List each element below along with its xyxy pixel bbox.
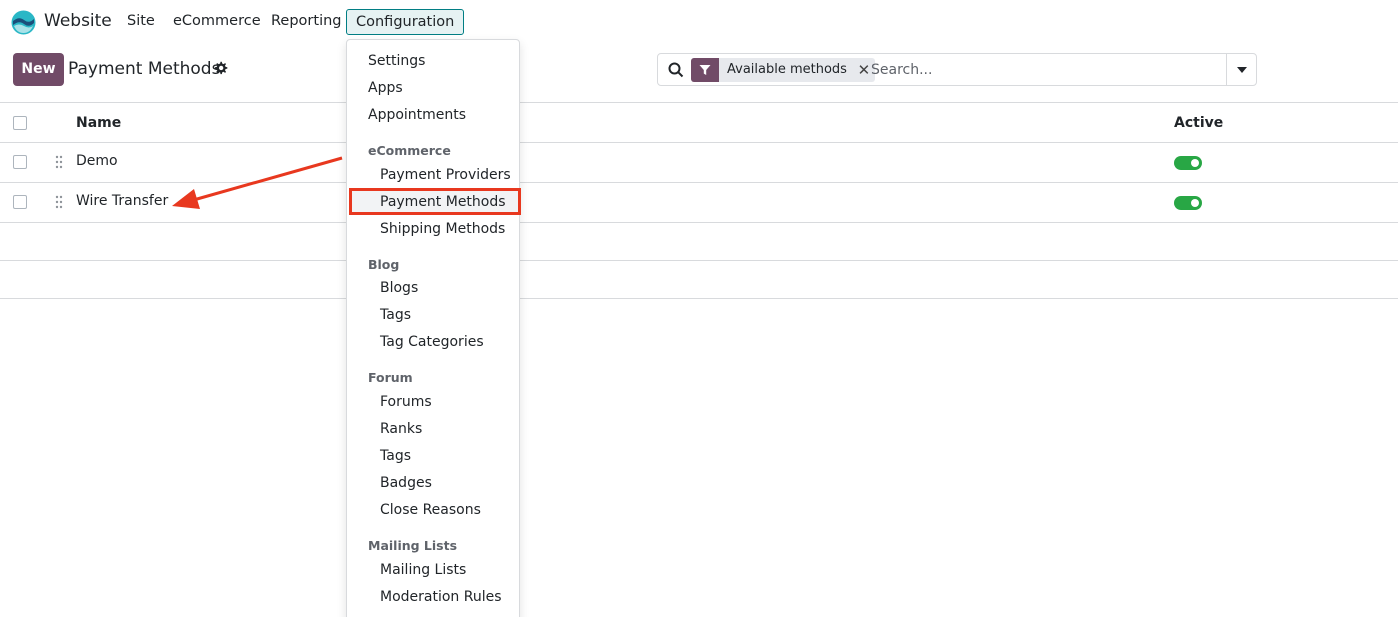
menu-item-appointments[interactable]: Appointments — [368, 107, 466, 123]
row-name[interactable]: Wire Transfer — [76, 193, 168, 209]
menu-section-blog: Blog — [368, 257, 400, 272]
menu-item-forums[interactable]: Forums — [380, 394, 432, 410]
menu-item-mailing-lists[interactable]: Mailing Lists — [380, 562, 466, 578]
menu-item-tags[interactable]: Tags — [380, 307, 411, 323]
search-icon[interactable] — [668, 62, 684, 78]
configuration-dropdown: Settings Apps Appointments eCommerce Pay… — [346, 39, 521, 617]
menu-item-settings[interactable]: Settings — [368, 53, 425, 69]
menu-item-badges[interactable]: Badges — [380, 475, 432, 491]
search-input[interactable] — [871, 60, 1221, 80]
menu-item-close-reasons[interactable]: Close Reasons — [380, 502, 481, 518]
drag-handle-icon[interactable] — [55, 155, 63, 169]
row-checkbox[interactable] — [13, 155, 27, 169]
menu-item-tag-categories[interactable]: Tag Categories — [380, 334, 484, 350]
menu-item-forum-tags[interactable]: Tags — [380, 448, 411, 464]
search-options-toggle[interactable] — [1226, 54, 1256, 85]
list-header: Name Active — [0, 102, 1398, 143]
row-name[interactable]: Demo — [76, 153, 118, 169]
menu-section-mailing-lists: Mailing Lists — [368, 538, 458, 553]
menu-section-forum: Forum — [368, 370, 413, 385]
annotation-arrow — [172, 156, 343, 209]
menu-site[interactable]: Site — [127, 13, 155, 29]
row-checkbox[interactable] — [13, 195, 27, 209]
website-app-icon[interactable] — [11, 10, 36, 35]
menu-ecommerce[interactable]: eCommerce — [173, 13, 261, 29]
menu-item-apps[interactable]: Apps — [368, 80, 403, 96]
menu-item-payment-methods[interactable]: Payment Methods — [380, 194, 506, 210]
caret-down-icon — [1236, 66, 1247, 73]
app-name[interactable]: Website — [44, 11, 112, 31]
active-toggle[interactable] — [1174, 156, 1202, 170]
menu-reporting[interactable]: Reporting — [271, 13, 342, 29]
menu-item-shipping-methods[interactable]: Shipping Methods — [380, 221, 505, 237]
column-header-name[interactable]: Name — [76, 115, 121, 131]
filter-facet: Available methods ✕ — [691, 58, 875, 82]
select-all-checkbox[interactable] — [13, 116, 27, 130]
menu-configuration[interactable]: Configuration — [346, 9, 465, 35]
drag-handle-icon[interactable] — [55, 195, 63, 209]
top-navbar: Website Site eCommerce Reporting Configu… — [0, 0, 1398, 44]
filter-icon — [691, 58, 719, 82]
menu-item-blogs[interactable]: Blogs — [380, 280, 418, 296]
menu-section-ecommerce: eCommerce — [368, 143, 451, 158]
gear-icon[interactable] — [213, 61, 228, 76]
menu-item-moderation-rules[interactable]: Moderation Rules — [380, 589, 502, 605]
empty-row — [0, 223, 1398, 261]
facet-label: Available methods — [727, 62, 847, 77]
empty-row — [0, 261, 1398, 299]
active-toggle[interactable] — [1174, 196, 1202, 210]
column-header-active[interactable]: Active — [1174, 115, 1223, 131]
page-title: Payment Methods — [68, 59, 221, 79]
menu-item-ranks[interactable]: Ranks — [380, 421, 422, 437]
new-button[interactable]: New — [13, 53, 64, 86]
search-bar: Available methods ✕ — [657, 53, 1257, 86]
menu-item-payment-providers[interactable]: Payment Providers — [380, 167, 511, 183]
